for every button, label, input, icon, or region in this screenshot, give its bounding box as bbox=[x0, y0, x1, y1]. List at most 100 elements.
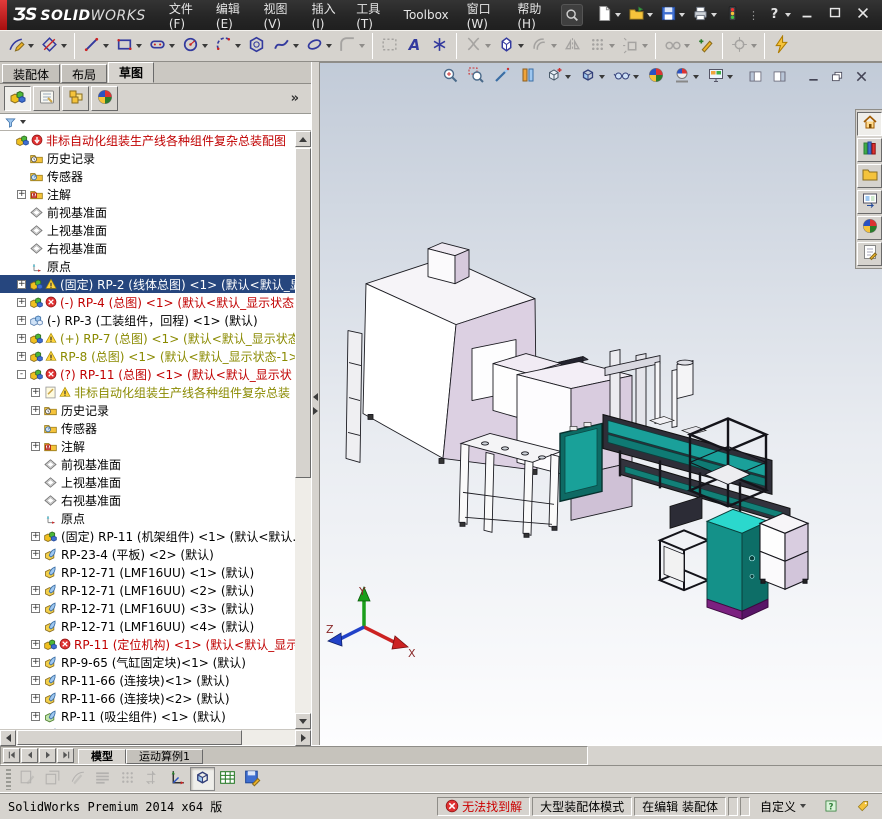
close-document-button[interactable] bbox=[851, 67, 872, 90]
zoom-to-fit-button[interactable] bbox=[438, 65, 462, 89]
view-settings-button[interactable] bbox=[704, 65, 736, 89]
tree-item[interactable]: 传感器 bbox=[0, 419, 295, 437]
perimeter-circle-dropdown-icon[interactable] bbox=[235, 44, 241, 48]
instant-3d-button[interactable] bbox=[769, 33, 794, 59]
tree-item[interactable]: RP-12-71 (LMF16UU) <4> (默认) bbox=[0, 617, 295, 635]
tree-item[interactable]: 右视基准面 bbox=[0, 491, 295, 509]
scroll-left-button[interactable] bbox=[0, 730, 16, 746]
smart-dimension-dropdown-icon[interactable] bbox=[61, 44, 67, 48]
hide-show-items-dropdown-icon[interactable] bbox=[633, 75, 639, 79]
expand-toggle[interactable]: + bbox=[17, 333, 26, 343]
rebuild-traffic-light-button[interactable] bbox=[721, 3, 744, 27]
tree-item[interactable]: + (-) RP-4 (总图) <1> (默认<默认_显示状态 bbox=[0, 293, 295, 311]
tree-item[interactable]: 前视基准面 bbox=[0, 203, 295, 221]
scroll-right-button[interactable] bbox=[295, 730, 311, 746]
next-tab-button[interactable] bbox=[39, 748, 56, 763]
edit-appearance-button[interactable] bbox=[644, 65, 668, 89]
expand-toggle[interactable]: + bbox=[31, 711, 40, 721]
scroll-down-button[interactable] bbox=[295, 713, 311, 729]
tree-item[interactable]: 非标自动化组装生产线各种组件复杂总装配图 bbox=[0, 131, 295, 149]
graphics-area[interactable]: Y X Z bbox=[320, 62, 882, 745]
expand-toggle[interactable]: - bbox=[17, 369, 26, 379]
filter-icon[interactable] bbox=[4, 116, 17, 129]
expand-toggle[interactable]: + bbox=[31, 441, 40, 451]
tree-item[interactable]: + (-) RP-3 (工装组件，回程) <1> (默认) bbox=[0, 311, 295, 329]
expand-toggle[interactable]: + bbox=[17, 279, 26, 289]
polygon-button[interactable] bbox=[244, 33, 269, 59]
expand-toggle[interactable]: + bbox=[31, 693, 40, 703]
expand-toggle[interactable]: + bbox=[31, 603, 40, 613]
view-settings-dropdown-icon[interactable] bbox=[727, 75, 733, 79]
print-dropdown-icon[interactable] bbox=[711, 13, 717, 17]
help-dropdown-icon[interactable] bbox=[785, 13, 791, 17]
tree-item[interactable]: + A 注解 bbox=[0, 437, 295, 455]
tab-布局[interactable]: 布局 bbox=[61, 64, 108, 83]
expand-toggle[interactable]: + bbox=[31, 387, 40, 397]
tree-item[interactable]: + RP-8 (总图) <1> (默认<默认_显示状态-1>) bbox=[0, 347, 295, 365]
filter-dropdown-icon[interactable] bbox=[20, 120, 26, 124]
smart-dimension-button[interactable] bbox=[37, 33, 70, 59]
tree-item[interactable]: + (固定) RP-2 (线体总图) <1> (默认<默认_显 bbox=[0, 275, 295, 293]
tree-item[interactable]: 上视基准面 bbox=[0, 473, 295, 491]
expand-toggle[interactable]: + bbox=[31, 675, 40, 685]
tree-item[interactable]: + RP-12-71 (LMF16UU) <3> (默认) bbox=[0, 599, 295, 617]
scroll-up-button[interactable] bbox=[295, 131, 311, 147]
expand-toggle[interactable]: + bbox=[17, 315, 26, 325]
panel-overflow-chevron[interactable]: » bbox=[291, 91, 307, 106]
tab-草图[interactable]: 草图 bbox=[108, 62, 155, 83]
toolbar-grip[interactable] bbox=[6, 768, 11, 790]
corner-rectangle-dropdown-icon[interactable] bbox=[136, 44, 142, 48]
view-orientation-button[interactable] bbox=[542, 65, 574, 89]
tags[interactable] bbox=[848, 797, 878, 816]
restore-document-button[interactable] bbox=[827, 67, 848, 90]
custom-properties-tab[interactable] bbox=[857, 242, 882, 266]
tree-item[interactable]: + (+) RP-7 (总图) <1> (默认<默认_显示状态- bbox=[0, 329, 295, 347]
menu-帮助(H)[interactable]: 帮助(H) bbox=[508, 0, 557, 31]
minimize-document-button[interactable] bbox=[803, 67, 824, 90]
print-button[interactable] bbox=[689, 3, 720, 27]
first-tab-button[interactable] bbox=[3, 748, 20, 763]
sketch-dropdown-icon[interactable] bbox=[28, 44, 34, 48]
last-tab-button[interactable] bbox=[57, 748, 74, 763]
horizontal-scroll-thumb[interactable] bbox=[17, 730, 242, 745]
expand-panel-icon[interactable] bbox=[313, 406, 318, 415]
circle-dropdown-icon[interactable] bbox=[202, 44, 208, 48]
circle-button[interactable] bbox=[178, 33, 211, 59]
point-button[interactable] bbox=[427, 33, 452, 59]
panel-splitter[interactable] bbox=[311, 62, 320, 745]
open-document-dropdown-icon[interactable] bbox=[647, 13, 653, 17]
solidworks-resources-tab[interactable] bbox=[857, 112, 882, 136]
sketch-button[interactable] bbox=[4, 33, 37, 59]
tree-horizontal-scrollbar[interactable] bbox=[0, 729, 311, 746]
tree-item[interactable]: 传感器 bbox=[0, 167, 295, 185]
spline-button[interactable] bbox=[269, 33, 302, 59]
convert-entities-button[interactable] bbox=[494, 33, 527, 59]
apply-scene-button[interactable] bbox=[670, 65, 702, 89]
expand-toggle[interactable]: + bbox=[17, 189, 26, 199]
appearances-scenes-tab[interactable] bbox=[857, 216, 882, 240]
menu-窗口(W)[interactable]: 窗口(W) bbox=[458, 0, 509, 31]
menu-视图(V)[interactable]: 视图(V) bbox=[255, 0, 303, 31]
perimeter-circle-button[interactable] bbox=[211, 33, 244, 59]
search-icon[interactable] bbox=[561, 4, 583, 26]
tree-item[interactable]: 原点 bbox=[0, 257, 295, 275]
featuremanager-design-tree-tab[interactable] bbox=[4, 86, 31, 111]
toggle-right-pane-button[interactable] bbox=[769, 67, 790, 90]
tree-item[interactable]: 历史记录 bbox=[0, 149, 295, 167]
expand-toggle[interactable]: + bbox=[17, 351, 26, 361]
spacer-cell-2[interactable] bbox=[739, 796, 750, 816]
expand-toggle[interactable]: + bbox=[31, 657, 40, 667]
tree-item[interactable]: + RP-11 (定位机构) <1> (默认<默认_显示 bbox=[0, 635, 295, 653]
tree-item[interactable]: + RP-9-65 (气缸固定块)<1> (默认) bbox=[0, 653, 295, 671]
help-button[interactable]: ? bbox=[763, 3, 794, 27]
expand-toggle[interactable]: + bbox=[31, 405, 40, 415]
tree-item[interactable]: + A 注解 bbox=[0, 185, 295, 203]
shaded-with-edges-button[interactable] bbox=[190, 767, 215, 791]
tree-item[interactable]: + RP-23-4 (平板) <2> (默认) bbox=[0, 545, 295, 563]
configuration-manager-tab[interactable] bbox=[62, 86, 89, 111]
apply-scene-dropdown-icon[interactable] bbox=[693, 75, 699, 79]
ellipse-button[interactable] bbox=[302, 33, 335, 59]
display-style-button[interactable] bbox=[576, 65, 608, 89]
vertical-scroll-thumb[interactable] bbox=[295, 148, 311, 478]
tab-模型[interactable]: 模型 bbox=[78, 749, 126, 764]
